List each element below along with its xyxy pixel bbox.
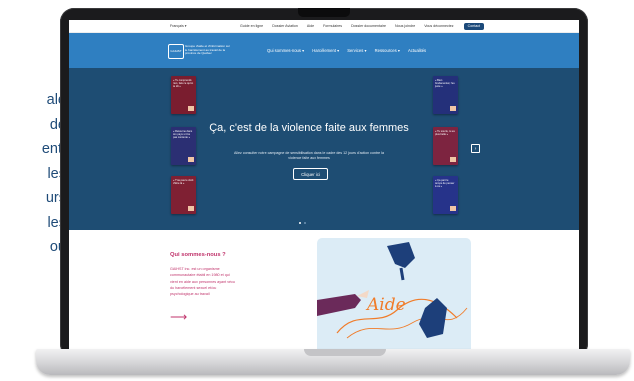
side-text-line: ale	[46, 92, 66, 108]
aide-illustration: Aide	[317, 238, 471, 350]
hands-illustration: Aide	[317, 242, 468, 339]
about-body: GAIHST inc. est un organisme communautai…	[170, 267, 235, 297]
camera-notch	[298, 8, 350, 17]
side-text-line: urs	[45, 190, 66, 206]
language-selector[interactable]: Français ▾	[170, 24, 210, 28]
hero-title: Ça, c'est de la violence faite aux femme…	[209, 122, 409, 134]
campaign-poster[interactable]: « T'as pas le droit d'être là »	[171, 176, 196, 214]
contact-button[interactable]: Contact	[463, 22, 484, 30]
utility-link[interactable]: Dossier documentaire	[351, 24, 386, 28]
poster-text: « Bien fondamental, t'es juste »	[435, 79, 455, 88]
poster-text: « Tu souris, tu es plus belle »	[435, 130, 455, 136]
menu-item-harcelement[interactable]: Harcèlement ▾	[312, 48, 339, 53]
poster-text: « Retourne dans ton pays si t'es pas con…	[173, 130, 193, 139]
poster-sticker	[188, 157, 194, 162]
menu-item-actualites[interactable]: Actualités	[408, 48, 426, 53]
utility-link[interactable]: Vous déconnectez	[424, 24, 453, 28]
blue-hand-finger	[399, 267, 405, 281]
main-menu: Qui sommes-nous ▾ Harcèlement ▾ Services…	[267, 48, 426, 53]
stage: ale de ent. les urs les ou Français ▾ Gu…	[0, 0, 634, 381]
campaign-poster[interactable]: « Bien fondamental, t'es juste »	[433, 76, 458, 114]
cta-button[interactable]: Cliquer ici	[293, 168, 328, 180]
poster-sticker	[450, 106, 456, 111]
poster-sticker	[188, 106, 194, 111]
laptop-lid: Français ▾ Guide en ligne Dossier Aviati…	[60, 8, 588, 358]
poster-text: « T'as pas le droit d'être là »	[173, 179, 194, 185]
purple-hand-shape	[317, 294, 361, 316]
utility-bar: Français ▾ Guide en ligne Dossier Aviati…	[69, 20, 579, 33]
utility-link[interactable]: Guide en ligne	[240, 24, 263, 28]
thread-line	[346, 307, 468, 339]
side-text-line: ou	[49, 239, 66, 255]
side-text-fragment: ale de ent. les urs les ou	[0, 88, 66, 260]
laptop-screen: Français ▾ Guide en ligne Dossier Aviati…	[69, 20, 579, 350]
hero-carousel: « Tu comprends rien, fais ce qu'on te di…	[69, 68, 579, 230]
poster-sticker	[188, 206, 194, 211]
poster-sticker	[450, 206, 456, 211]
laptop-base	[36, 349, 630, 375]
carousel-dots	[299, 222, 306, 224]
utility-link[interactable]: Nous joindre	[395, 24, 415, 28]
logo-text: GAIHST	[170, 48, 182, 53]
carousel-next-arrow[interactable]: ›	[471, 144, 480, 153]
utility-link[interactable]: Formulaires	[323, 24, 342, 28]
site-logo[interactable]: GAIHST	[168, 44, 184, 59]
poster-text: « Tu comprends rien, fais ce qu'on te di…	[173, 79, 194, 88]
menu-item-qui-sommes-nous[interactable]: Qui sommes-nous ▾	[267, 48, 304, 53]
utility-link[interactable]: Dossier Aviation	[272, 24, 298, 28]
menu-item-services[interactable]: Services ▾	[347, 48, 366, 53]
blue-hand-bottom-shape	[419, 298, 447, 338]
blue-hand-top-shape	[387, 242, 415, 268]
read-more-arrow[interactable]: ⟶	[170, 311, 187, 323]
side-text-line: les	[47, 214, 66, 231]
side-text-line: ent.	[41, 141, 66, 157]
carousel-dot[interactable]	[299, 222, 301, 224]
side-text-line: de	[49, 116, 66, 133]
poster-text: « Ça part le temps de penser à ca »	[435, 179, 455, 188]
site-tagline: Groupe d'aide et d'information sur le ha…	[185, 44, 231, 56]
laptop-base-lip	[304, 349, 386, 356]
carousel-dot[interactable]	[304, 222, 306, 224]
campaign-poster[interactable]: « Tu comprends rien, fais ce qu'on te di…	[171, 76, 196, 114]
menu-item-ressources[interactable]: Ressources ▾	[375, 48, 400, 53]
poster-sticker	[450, 157, 456, 162]
aide-word: Aide	[365, 295, 406, 315]
hero-subtitle: Allez consulter notre campagne de sensib…	[234, 151, 384, 160]
utility-link[interactable]: Aide	[307, 24, 314, 28]
main-navigation: GAIHST Groupe d'aide et d'information su…	[69, 33, 579, 69]
side-text-line: les	[47, 165, 66, 182]
campaign-poster[interactable]: « Tu souris, tu es plus belle »	[433, 127, 458, 165]
campaign-poster[interactable]: « Ça part le temps de penser à ca »	[433, 176, 458, 214]
utility-links: Guide en ligne Dossier Aviation Aide For…	[240, 24, 454, 28]
about-title: Qui sommes-nous ?	[170, 252, 226, 258]
